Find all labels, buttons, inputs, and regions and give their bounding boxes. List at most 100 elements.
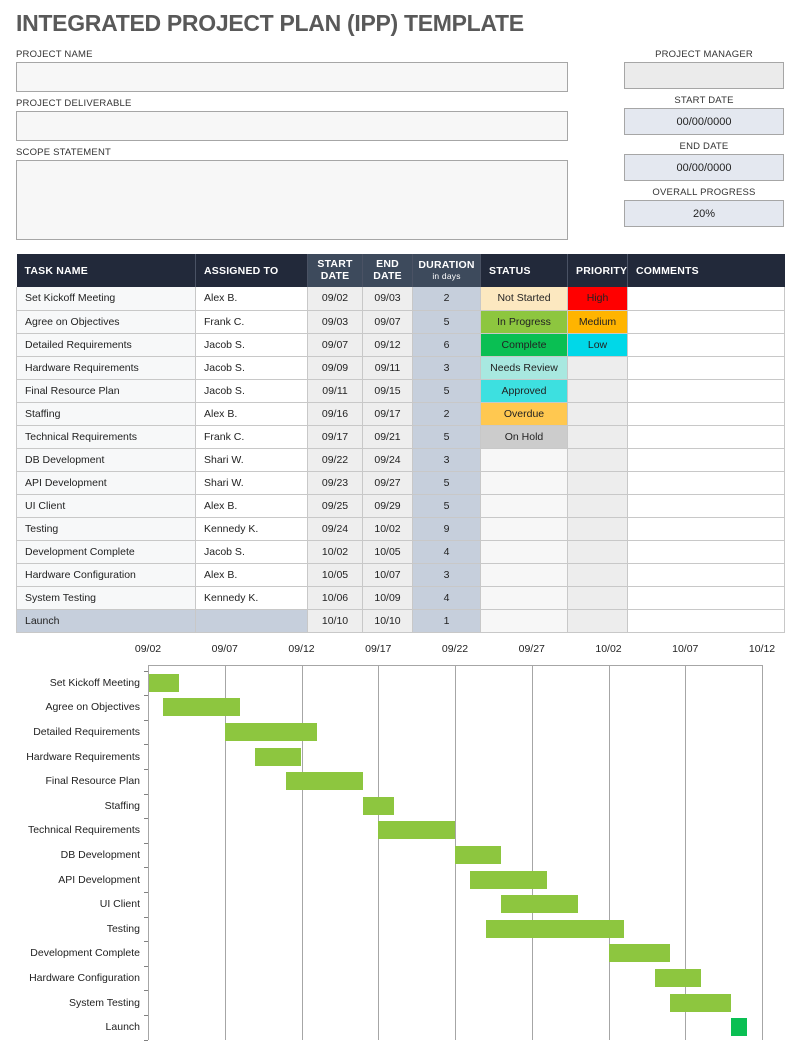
priority-cell[interactable] <box>567 471 628 495</box>
gantt-bar[interactable] <box>731 1018 747 1037</box>
task-name-cell[interactable]: Technical Requirements <box>16 425 196 449</box>
comments-cell[interactable] <box>627 356 785 380</box>
table-row[interactable]: Staffing Alex B. 09/16 09/17 2 Overdue <box>16 402 785 426</box>
duration-cell[interactable]: 5 <box>412 494 481 518</box>
duration-cell[interactable]: 3 <box>412 563 481 587</box>
status-cell[interactable] <box>480 563 568 587</box>
status-cell[interactable]: Needs Review <box>480 356 568 380</box>
task-name-cell[interactable]: API Development <box>16 471 196 495</box>
comments-cell[interactable] <box>627 471 785 495</box>
task-name-cell[interactable]: Hardware Configuration <box>16 563 196 587</box>
assigned-to-cell[interactable]: Jacob S. <box>195 540 308 564</box>
table-row[interactable]: Testing Kennedy K. 09/24 10/02 9 <box>16 517 785 541</box>
duration-cell[interactable]: 9 <box>412 517 481 541</box>
end-date-cell[interactable]: 09/03 <box>362 287 413 311</box>
assigned-to-cell[interactable]: Alex B. <box>195 494 308 518</box>
gantt-bar[interactable] <box>163 698 241 717</box>
end-date-cell[interactable]: 10/07 <box>362 563 413 587</box>
status-cell[interactable]: On Hold <box>480 425 568 449</box>
comments-cell[interactable] <box>627 402 785 426</box>
comments-cell[interactable] <box>627 540 785 564</box>
gantt-bar[interactable] <box>224 723 317 741</box>
start-date-cell[interactable]: 09/23 <box>307 471 363 495</box>
priority-cell[interactable] <box>567 379 628 403</box>
comments-cell[interactable] <box>627 517 785 541</box>
assigned-to-cell[interactable]: Frank C. <box>195 425 308 449</box>
duration-cell[interactable]: 4 <box>412 586 481 610</box>
gantt-bar[interactable] <box>669 993 732 1012</box>
start-date-cell[interactable]: 09/11 <box>307 379 363 403</box>
duration-cell[interactable]: 2 <box>412 287 481 311</box>
table-row[interactable]: Hardware Requirements Jacob S. 09/09 09/11 3… <box>16 356 785 380</box>
start-date-cell[interactable]: 09/17 <box>307 425 363 449</box>
gantt-bar[interactable] <box>485 919 624 938</box>
start-date-cell[interactable]: 10/10 <box>307 609 363 633</box>
status-cell[interactable] <box>480 471 568 495</box>
duration-cell[interactable]: 2 <box>412 402 481 426</box>
table-row[interactable]: Detailed Requirements Jacob S. 09/07 09/12 6… <box>16 333 785 357</box>
start-date-cell[interactable]: 09/02 <box>307 287 363 311</box>
priority-cell[interactable] <box>567 517 628 541</box>
start-date-cell[interactable]: 09/25 <box>307 494 363 518</box>
end-date-cell[interactable]: 09/29 <box>362 494 413 518</box>
task-name-cell[interactable]: Agree on Objectives <box>16 310 196 334</box>
status-cell[interactable]: Complete <box>480 333 568 357</box>
priority-cell[interactable] <box>567 448 628 472</box>
task-name-cell[interactable]: System Testing <box>16 586 196 610</box>
end-date-cell[interactable]: 09/12 <box>362 333 413 357</box>
end-date-cell[interactable]: 10/02 <box>362 517 413 541</box>
gantt-bar[interactable] <box>608 944 670 963</box>
status-cell[interactable]: Approved <box>480 379 568 403</box>
duration-cell[interactable]: 5 <box>412 379 481 403</box>
table-row[interactable]: System Testing Kennedy K. 10/06 10/09 4 <box>16 586 785 610</box>
assigned-to-cell[interactable]: Alex B. <box>195 563 308 587</box>
assigned-to-cell[interactable]: Kennedy K. <box>195 517 308 541</box>
status-cell[interactable] <box>480 448 568 472</box>
comments-cell[interactable] <box>627 586 785 610</box>
status-cell[interactable] <box>480 494 568 518</box>
end-date-cell[interactable]: 09/15 <box>362 379 413 403</box>
assigned-to-cell[interactable]: Alex B. <box>195 287 308 311</box>
duration-cell[interactable]: 5 <box>412 310 481 334</box>
task-name-cell[interactable]: Development Complete <box>16 540 196 564</box>
duration-cell[interactable]: 3 <box>412 448 481 472</box>
table-row[interactable]: Launch 10/10 10/10 1 <box>16 609 785 633</box>
priority-cell[interactable] <box>567 356 628 380</box>
project-deliverable-input[interactable] <box>16 111 568 141</box>
project-manager-input[interactable] <box>624 62 784 89</box>
gantt-bar[interactable] <box>362 796 394 815</box>
priority-cell[interactable] <box>567 402 628 426</box>
assigned-to-cell[interactable]: Kennedy K. <box>195 586 308 610</box>
comments-cell[interactable] <box>627 287 785 311</box>
end-date-cell[interactable]: 09/17 <box>362 402 413 426</box>
comments-cell[interactable] <box>627 448 785 472</box>
comments-cell[interactable] <box>627 333 785 357</box>
priority-cell[interactable] <box>567 586 628 610</box>
task-name-cell[interactable]: Hardware Requirements <box>16 356 196 380</box>
end-date-cell[interactable]: 09/21 <box>362 425 413 449</box>
assigned-to-cell[interactable]: Jacob S. <box>195 333 308 357</box>
duration-cell[interactable]: 5 <box>412 471 481 495</box>
scope-statement-input[interactable] <box>16 160 568 240</box>
task-name-cell[interactable]: Final Resource Plan <box>16 379 196 403</box>
status-cell[interactable] <box>480 540 568 564</box>
task-name-cell[interactable]: Detailed Requirements <box>16 333 196 357</box>
task-name-cell[interactable]: Set Kickoff Meeting <box>16 287 196 311</box>
table-row[interactable]: DB Development Shari W. 09/22 09/24 3 <box>16 448 785 472</box>
task-name-cell[interactable]: DB Development <box>16 448 196 472</box>
table-row[interactable]: Agree on Objectives Frank C. 09/03 09/07 5 In… <box>16 310 785 334</box>
status-cell[interactable]: Overdue <box>480 402 568 426</box>
gantt-bar[interactable] <box>654 969 701 987</box>
comments-cell[interactable] <box>627 310 785 334</box>
gantt-bar[interactable] <box>255 747 302 766</box>
gantt-bar[interactable] <box>455 846 502 864</box>
gantt-bar[interactable] <box>148 673 179 692</box>
table-row[interactable]: Final Resource Plan Jacob S. 09/11 09/15 5 Ap… <box>16 379 785 403</box>
comments-cell[interactable] <box>627 379 785 403</box>
table-row[interactable]: Development Complete Jacob S. 10/02 10/05 4 <box>16 540 785 564</box>
priority-cell[interactable]: High <box>567 287 628 311</box>
comments-cell[interactable] <box>627 494 785 518</box>
task-name-cell[interactable]: Testing <box>16 517 196 541</box>
end-date-input[interactable]: 00/00/0000 <box>624 154 784 181</box>
status-cell[interactable]: Not Started <box>480 287 568 311</box>
